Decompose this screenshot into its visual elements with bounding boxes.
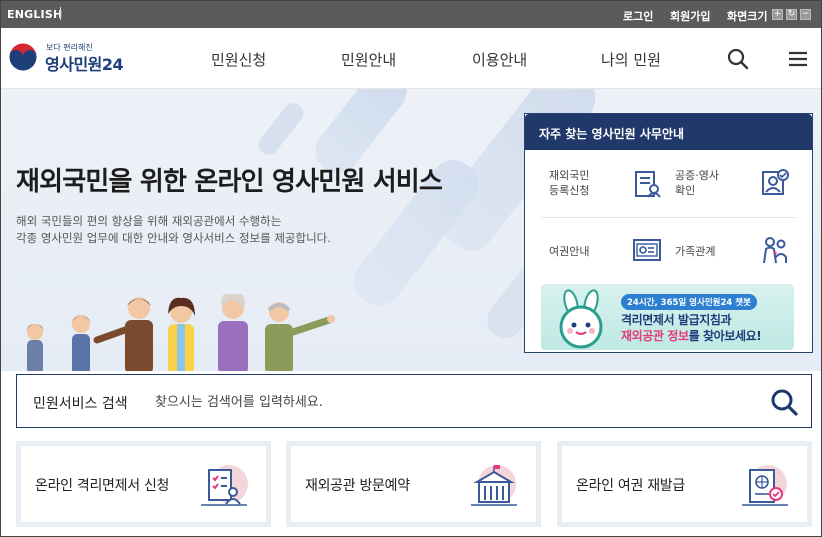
zoom-reset-button[interactable]: ↻ [786, 9, 797, 20]
search-label: 민원서비스 검색 [33, 396, 128, 412]
english-link[interactable]: ENGLISH [7, 8, 62, 21]
card-label: 온라인 여권 재발급 [576, 478, 685, 494]
panel-item-label: 여권안내 [549, 245, 590, 258]
card-embassy-reservation[interactable]: 재외공관 방문예약 [286, 441, 541, 527]
banner-tagline: 24시간, 365일 영사민원24 챗봇 [621, 294, 757, 310]
embassy-building-icon [471, 465, 517, 506]
panel-item-passport[interactable]: 여권안내 [549, 244, 589, 259]
utility-bar: ENGLISH 로그인 회원가입 화면크기 + ↻ − [1, 1, 821, 28]
search-submit-icon[interactable] [769, 387, 799, 417]
card-label: 재외공관 방문예약 [305, 478, 410, 494]
hamburger-menu-icon[interactable] [786, 47, 810, 71]
site-header: 보다 편리해진 영사민원24 민원신청 민원안내 이용안내 나의 민원 [1, 28, 821, 89]
quarantine-form-icon [201, 465, 248, 506]
passport-reissue-icon [742, 465, 788, 506]
panel-item-label: 등록신청 [549, 184, 590, 197]
passport-icon [633, 239, 661, 261]
logo-title: 영사민원24 [45, 55, 124, 74]
panel-item-family[interactable]: 가족관계 [675, 244, 715, 259]
panel-item-registration[interactable]: 재외국민 등록신청 [549, 168, 589, 198]
hero-desc-line2: 각종 영사민원 업무에 대한 안내와 영사서비스 정보를 제공합니다. [16, 231, 331, 245]
panel-item-label: 가족관계 [675, 245, 716, 258]
page-frame: ENGLISH 로그인 회원가입 화면크기 + ↻ − 보다 편리해진 영사민원… [0, 0, 822, 537]
banner-line1: 격리면제서 발급지침과 [621, 313, 732, 327]
notarization-icon [762, 169, 789, 195]
banner-line2-rest: 를 찾아보세요! [688, 329, 762, 343]
rabbit-mascot-icon [559, 289, 603, 349]
nav-my-applications[interactable]: 나의 민원 [601, 49, 661, 70]
panel-title: 자주 찾는 영사민원 사무안내 [525, 114, 812, 150]
frequent-services-panel: 자주 찾는 영사민원 사무안내 재외국민 등록신청 공증·영사 확인 여권안내 [524, 113, 813, 353]
site-logo[interactable]: 보다 편리해진 영사민원24 [8, 40, 138, 76]
service-search-bar: 민원서비스 검색 [16, 374, 812, 428]
search-input[interactable] [155, 388, 755, 416]
card-passport-reissue[interactable]: 온라인 여권 재발급 [557, 441, 812, 527]
panel-item-label: 확인 [675, 184, 696, 197]
panel-item-label: 재외국민 [549, 169, 590, 182]
registration-icon [635, 171, 661, 198]
family-icon [763, 237, 787, 264]
login-link[interactable]: 로그인 [623, 8, 653, 24]
hero-description: 해외 국민들의 편의 향상을 위해 재외공관에서 수행하는 각종 영사민원 업무… [16, 213, 331, 247]
banner-line2-accent: 재외공관 정보 [621, 329, 689, 343]
divider [60, 7, 61, 20]
signup-link[interactable]: 회원가입 [670, 8, 710, 24]
hero-desc-line1: 해외 국민들의 편의 향상을 위해 재외공관에서 수행하는 [16, 214, 282, 228]
zoom-in-button[interactable]: + [772, 9, 783, 20]
card-quarantine-exemption[interactable]: 온라인 격리면제서 신청 [16, 441, 271, 527]
search-icon[interactable] [726, 47, 750, 71]
decor-stripe [254, 99, 308, 159]
panel-divider [541, 217, 796, 218]
nav-guide[interactable]: 민원안내 [341, 49, 396, 70]
screen-size-label: 화면크기 [727, 10, 768, 23]
panel-item-notarization[interactable]: 공증·영사 확인 [675, 168, 719, 198]
panel-item-label: 공증·영사 [675, 169, 719, 182]
nav-apply[interactable]: 민원신청 [211, 49, 266, 70]
people-illustration [26, 294, 335, 371]
banner-line2: 재외공관 정보를 찾아보세요! [621, 327, 762, 344]
nav-usage[interactable]: 이용안내 [472, 49, 527, 70]
taegeuk-emblem-icon [8, 42, 38, 72]
hero-title: 재외국민을 위한 온라인 영사민원 서비스 [16, 167, 443, 197]
card-label: 온라인 격리면제서 신청 [35, 478, 170, 494]
zoom-out-button[interactable]: − [800, 9, 811, 20]
chatbot-banner[interactable]: 24시간, 365일 영사민원24 챗봇 격리면제서 발급지침과 재외공관 정보… [541, 284, 794, 350]
